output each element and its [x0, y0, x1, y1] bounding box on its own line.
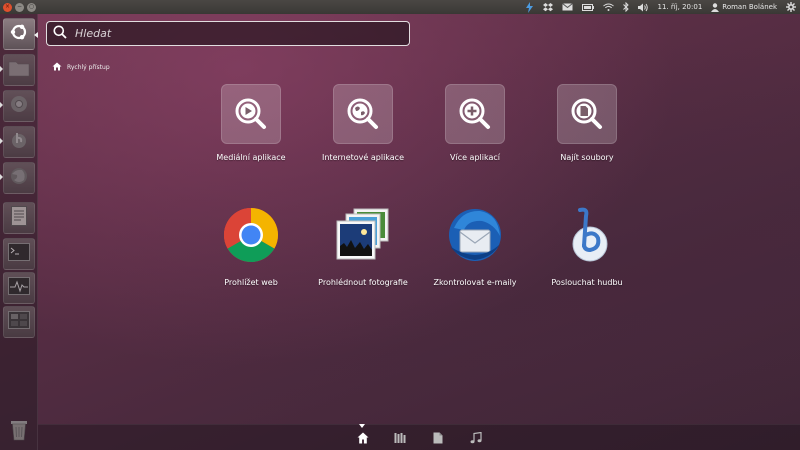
running-indicator [0, 102, 3, 108]
text-editor-icon [11, 206, 27, 230]
shortcut-browse-web[interactable]: Prohlížet web [195, 206, 307, 287]
home-folder-icon [8, 59, 30, 81]
shortcut-label: Prohlížet web [224, 278, 278, 287]
active-arrow [34, 32, 38, 38]
shortcut-check-email[interactable]: Zkontrolovat e-maily [419, 206, 531, 287]
lens-files[interactable] [431, 431, 445, 445]
shortcut-label: Najít soubory [560, 153, 614, 162]
shortcut-internet-apps[interactable]: Internetové aplikace [307, 83, 419, 162]
shortcut-label: Prohlédnout fotografie [318, 278, 408, 287]
running-indicator [0, 138, 3, 144]
applications-lens-icon [394, 429, 406, 448]
more-apps-icon [445, 84, 505, 144]
banshee-icon [9, 130, 29, 154]
mail-icon[interactable] [561, 3, 573, 11]
running-indicator [0, 66, 3, 72]
dropbox-icon[interactable] [542, 2, 553, 12]
lens-music[interactable] [469, 431, 483, 445]
launcher-item-workspace-switcher[interactable] [3, 306, 35, 338]
lens-applications[interactable] [393, 431, 407, 445]
shortcut-view-photos[interactable]: Prohlédnout fotografie [307, 206, 419, 287]
shortcut-label: Zkontrolovat e-maily [433, 278, 517, 287]
search-box[interactable] [46, 21, 410, 46]
power-icon[interactable] [525, 1, 534, 13]
search-input[interactable] [75, 27, 375, 40]
music-lens-icon [470, 429, 482, 448]
firefox-icon [9, 166, 29, 190]
files-lens-icon [433, 429, 443, 448]
banshee-music-icon [558, 206, 616, 268]
launcher-item-trash[interactable] [3, 416, 35, 448]
home-icon [52, 62, 62, 73]
launcher-item-chromium[interactable] [3, 90, 35, 122]
home-lens-icon [357, 429, 369, 448]
shortcut-more-apps[interactable]: Více aplikací [419, 83, 531, 162]
shortcut-media-apps[interactable]: Mediální aplikace [195, 83, 307, 162]
system-monitor-icon [8, 277, 30, 299]
launcher-item-firefox[interactable] [3, 162, 35, 194]
indicator-area: 11. říj, 20:01 Roman Bolánek [525, 1, 800, 13]
find-files-icon [557, 84, 617, 144]
launcher-item-banshee[interactable] [3, 126, 35, 158]
battery-icon[interactable] [581, 3, 594, 11]
launcher [0, 14, 38, 450]
photos-icon [334, 206, 392, 268]
thunderbird-icon [446, 206, 504, 268]
maximize-window-button[interactable]: ○ [27, 2, 36, 12]
terminal-icon [8, 243, 30, 265]
top-panel: × − ○ 11. říj, 20:01 Roman Bolánek [0, 0, 800, 14]
breadcrumb-label: Rychlý přístup [67, 64, 110, 71]
chrome-icon [222, 206, 280, 268]
chromium-icon [9, 94, 29, 118]
trash-icon [9, 419, 29, 445]
search-icon [53, 24, 67, 43]
bluetooth-icon[interactable] [622, 2, 629, 12]
shortcut-label: Poslouchat hudbu [551, 278, 623, 287]
internet-apps-icon [333, 84, 393, 144]
launcher-item-home-folder[interactable] [3, 54, 35, 86]
close-window-button[interactable]: × [3, 2, 12, 12]
breadcrumb: Rychlý přístup [52, 62, 110, 73]
session-gear-icon[interactable] [786, 2, 796, 12]
shortcut-listen-music[interactable]: Poslouchat hudbu [531, 206, 643, 287]
launcher-item-dash[interactable] [3, 18, 38, 50]
lens-bar [38, 424, 800, 450]
minimize-window-button[interactable]: − [15, 2, 24, 12]
shortcut-find-files[interactable]: Najít soubory [531, 83, 643, 162]
launcher-item-terminal[interactable] [3, 238, 35, 270]
wifi-icon[interactable] [602, 3, 614, 11]
media-apps-icon [221, 84, 281, 144]
lens-home[interactable] [356, 431, 370, 445]
shortcut-label: Internetové aplikace [322, 153, 404, 162]
user-name: Roman Bolánek [722, 3, 777, 11]
launcher-item-text-editor[interactable] [3, 202, 35, 234]
shortcut-label: Mediální aplikace [216, 153, 286, 162]
volume-icon[interactable] [637, 3, 649, 12]
active-lens-arrow [359, 424, 365, 428]
user-icon [711, 2, 720, 12]
shortcut-label: Více aplikací [450, 153, 500, 162]
running-indicator [0, 174, 3, 180]
clock[interactable]: 11. říj, 20:01 [658, 3, 703, 11]
launcher-item-system-monitor[interactable] [3, 272, 35, 304]
ubuntu-dash-icon [9, 22, 29, 46]
window-controls: × − ○ [0, 2, 36, 12]
workspace-switcher-icon [8, 311, 30, 333]
user-menu[interactable]: Roman Bolánek [711, 2, 777, 12]
